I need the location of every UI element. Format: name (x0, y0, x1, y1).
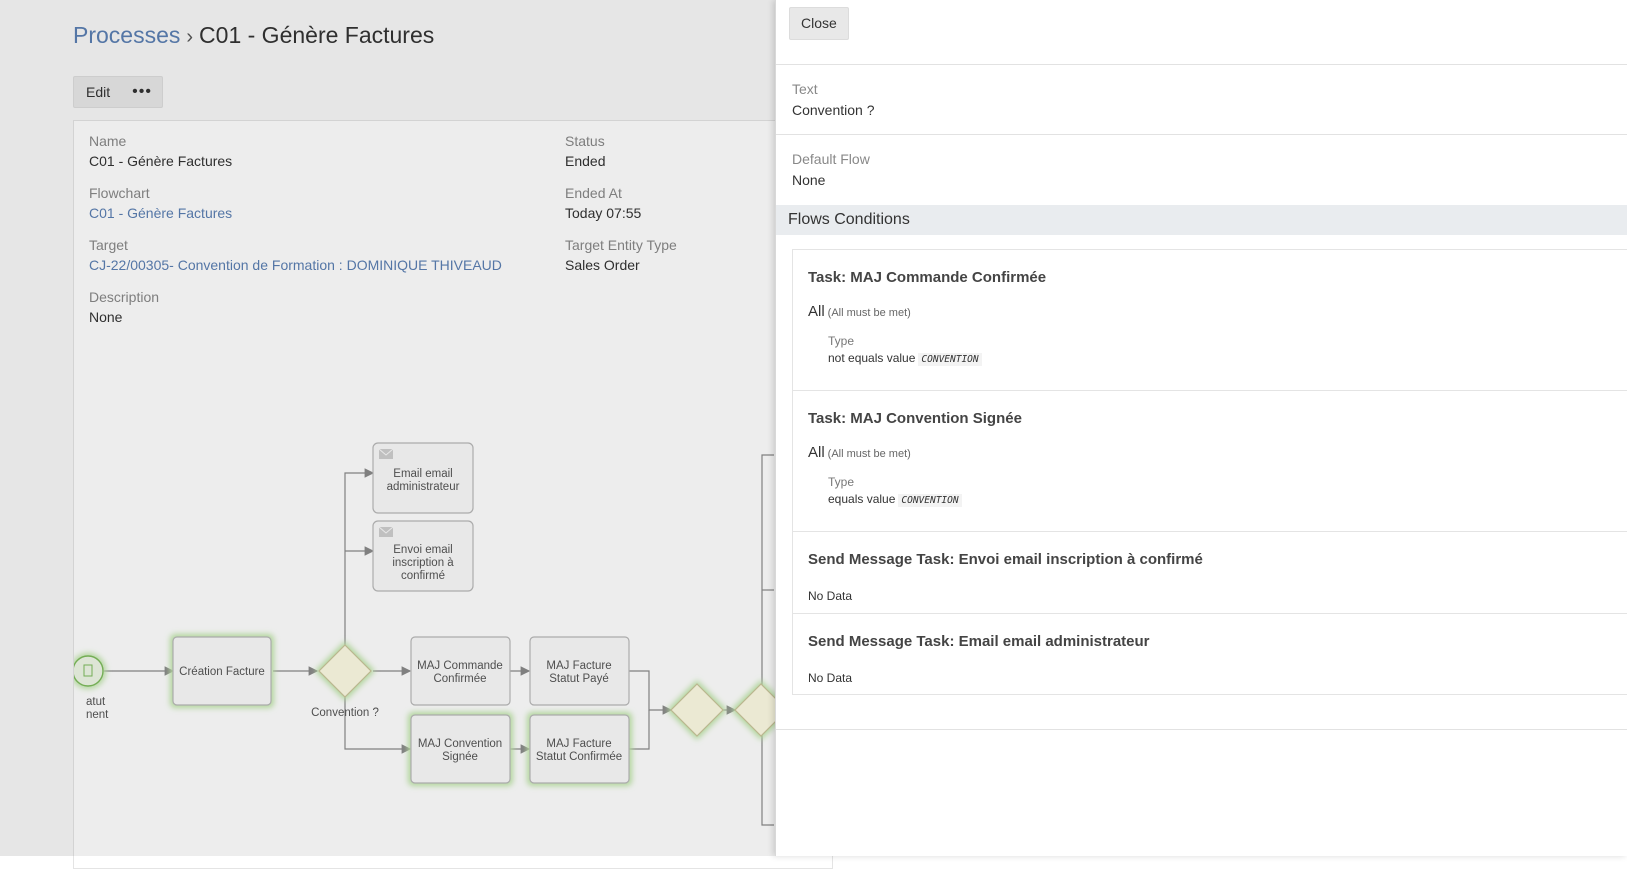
condition-rule: not equals value CONVENTION (828, 351, 982, 366)
field-text-value: Convention ? (792, 102, 875, 118)
close-button[interactable]: Close (789, 7, 849, 40)
condition-title: Send Message Task: Email email administr… (808, 633, 1150, 650)
condition-item: Send Message Task: Email email administr… (793, 614, 1627, 696)
condition-rule-text: not equals value (828, 351, 916, 365)
flows-conditions-list: Task: MAJ Commande Confirmée All (All mus… (792, 249, 1627, 695)
divider (776, 134, 1627, 135)
condition-type-label: Type (828, 334, 855, 348)
condition-title: Task: MAJ Convention Signée (808, 410, 1022, 427)
condition-title: Send Message Task: Envoi email inscripti… (808, 551, 1203, 568)
condition-no-data: No Data (808, 671, 853, 685)
flows-conditions-header: Flows Conditions (776, 205, 1627, 235)
condition-rule-text: equals value (828, 492, 896, 506)
condition-all-note: (All must be met) (827, 448, 911, 460)
field-default-flow-label: Default Flow (792, 151, 870, 167)
gateway-details-drawer: Close Text Convention ? Default Flow Non… (775, 0, 1627, 856)
condition-title: Task: MAJ Commande Confirmée (808, 269, 1047, 286)
condition-item: Task: MAJ Convention Signée All (All must… (793, 391, 1627, 532)
field-default-flow-value: None (792, 172, 826, 188)
field-text: Text Convention ? (792, 81, 875, 118)
condition-type-label: Type (828, 475, 855, 489)
condition-no-data: No Data (808, 589, 853, 603)
condition-rule-value: CONVENTION (918, 353, 982, 366)
condition-all-text: All (808, 444, 825, 461)
condition-rule-value: CONVENTION (898, 494, 962, 507)
condition-rule: equals value CONVENTION (828, 492, 962, 507)
divider (776, 64, 1627, 65)
condition-all-note: (All must be met) (827, 307, 911, 319)
condition-all: All (All must be met) (808, 303, 911, 320)
field-default-flow: Default Flow None (792, 151, 870, 188)
condition-all: All (All must be met) (808, 444, 911, 461)
condition-item: Send Message Task: Envoi email inscripti… (793, 532, 1627, 614)
condition-item: Task: MAJ Commande Confirmée All (All mus… (793, 250, 1627, 391)
condition-all-text: All (808, 303, 825, 320)
field-text-label: Text (792, 81, 818, 97)
divider (776, 729, 1627, 730)
